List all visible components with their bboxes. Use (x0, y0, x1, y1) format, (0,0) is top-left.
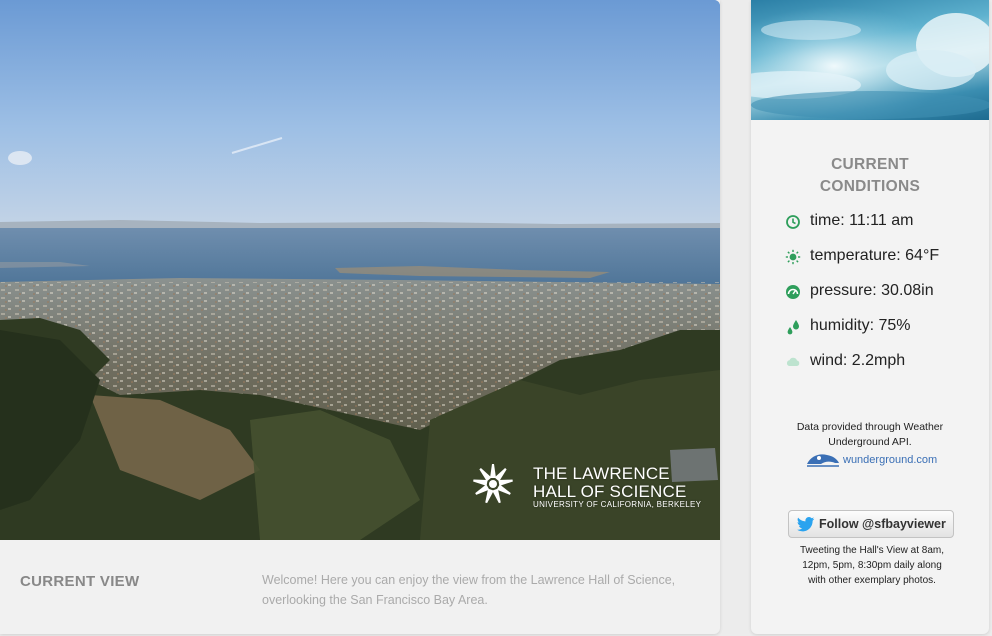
bay-view-image (0, 0, 720, 540)
sun-icon (785, 249, 801, 265)
conditions-title-line-2: CONDITIONS (819, 178, 921, 195)
tweet-note-line-2: 12pm, 5pm, 8:30pm daily along (802, 560, 942, 571)
tweet-note-line-1: Tweeting the Hall's View at 8am, (799, 545, 945, 556)
twitter-follow-label: Follow @sfbayviewer (819, 517, 946, 531)
credit-line-1: Data provided through Weather (796, 421, 944, 433)
tweet-note-line-3: with other exemplary photos. (808, 575, 936, 586)
logo-line-1: THE LAWRENCE (533, 464, 670, 483)
wunderground-text: wunderground.com (843, 454, 938, 466)
bay-view-photo: THE LAWRENCE HALL OF SCIENCE UNIVERSITY … (0, 0, 720, 540)
conditions-title-line-1: CURRENT (831, 156, 909, 173)
condition-pressure-text: pressure: 30.08in (810, 282, 934, 299)
condition-time: time: 11:11 am (785, 210, 985, 234)
current-view-footer: CURRENT VIEW Welcome! Here you can enjoy… (0, 540, 720, 634)
clouds-image (751, 0, 989, 120)
lawrence-hall-logo: THE LAWRENCE HALL OF SCIENCE UNIVERSITY … (466, 462, 701, 512)
cloud-icon (786, 357, 800, 366)
conditions-sidebar: CURRENT CONDITIONS time: 11:11 am temper… (751, 0, 989, 634)
wunderground-logo-icon (807, 454, 839, 467)
condition-humidity: humidity: 75% (785, 315, 985, 339)
condition-wind: wind: 2.2mph (785, 350, 985, 374)
condition-humidity-text: humidity: 75% (810, 317, 911, 334)
condition-temperature: temperature: 64°F (785, 245, 985, 269)
clock-icon (786, 215, 800, 229)
current-view-card: THE LAWRENCE HALL OF SCIENCE UNIVERSITY … (0, 0, 720, 634)
gauge-icon (786, 285, 800, 299)
current-view-heading: CURRENT VIEW (20, 573, 140, 590)
condition-temperature-text: temperature: 64°F (810, 247, 940, 264)
wunderground-link[interactable]: wunderground.com (805, 448, 945, 472)
condition-pressure: pressure: 30.08in (785, 280, 985, 304)
condition-time-text: time: 11:11 am (810, 212, 914, 229)
logo-line-2: HALL OF SCIENCE (533, 482, 687, 501)
data-credit: Data provided through Weather Undergroun… (771, 420, 969, 450)
condition-wind-text: wind: 2.2mph (810, 352, 906, 369)
droplets-icon (787, 320, 799, 335)
tweet-schedule-note: Tweeting the Hall's View at 8am, 12pm, 5… (779, 543, 965, 588)
sky-banner-image (751, 0, 989, 120)
twitter-follow-button[interactable]: Follow @sfbayviewer (788, 510, 954, 538)
twitter-bird-icon (797, 517, 815, 532)
current-view-description: Welcome! Here you can enjoy the view fro… (262, 573, 676, 607)
lawrence-hall-mark-icon (473, 464, 513, 504)
current-conditions-title: CURRENT CONDITIONS (751, 154, 989, 198)
logo-line-3: UNIVERSITY OF CALIFORNIA, BERKELEY (533, 500, 702, 509)
